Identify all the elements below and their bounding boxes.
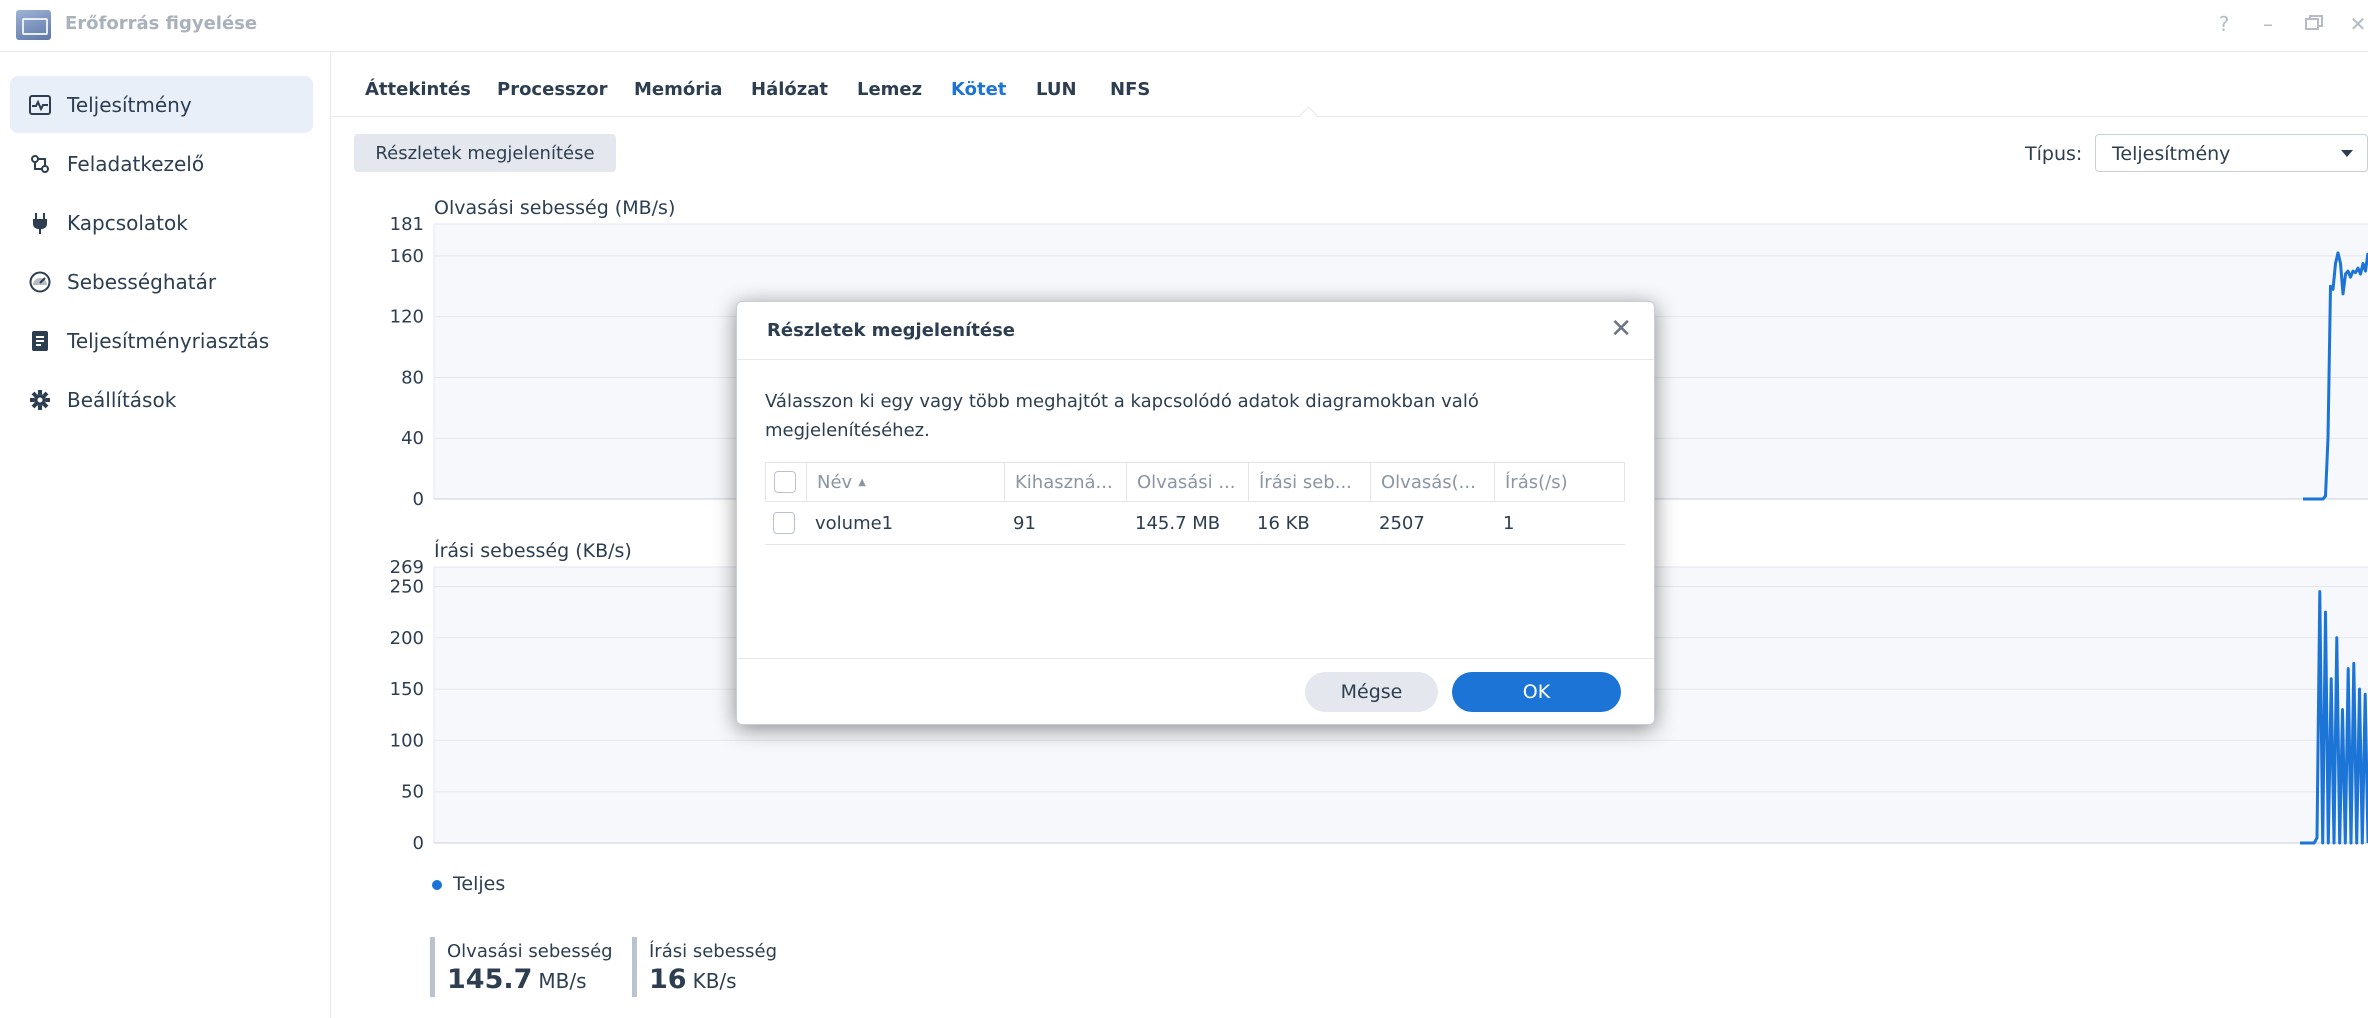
row-select-cell — [765, 502, 805, 544]
y-tick-label: 80 — [401, 367, 424, 388]
read-speed-stat: Olvasási sebesség 145.7 MB/s — [430, 937, 613, 997]
volume-table: Név ▲ Kihaszná... Olvasási ... Írási seb… — [765, 462, 1625, 545]
divider — [737, 658, 1654, 659]
cancel-button[interactable]: Mégse — [1305, 672, 1438, 712]
write-speed-stat: Írási sebesség 16 KB/s — [632, 937, 777, 997]
stat-value: 16 KB/s — [649, 964, 737, 995]
cell-reads: 2507 — [1379, 512, 1425, 534]
stat-label: Olvasási sebesség — [447, 941, 613, 962]
y-tick-label: 100 — [390, 730, 424, 751]
column-header-write-speed[interactable]: Írási seb... — [1248, 463, 1370, 501]
y-tick-label: 0 — [413, 489, 424, 510]
legend-label[interactable]: Teljes — [453, 873, 505, 895]
column-header-read-speed[interactable]: Olvasási ... — [1126, 463, 1248, 501]
cell-name: volume1 — [815, 512, 894, 534]
divider — [737, 359, 1654, 360]
stat-label: Írási sebesség — [649, 941, 778, 962]
table-header: Név ▲ Kihaszná... Olvasási ... Írási seb… — [765, 462, 1625, 502]
cell-writes: 1 — [1503, 512, 1515, 534]
details-dialog: Részletek megjelenítése ✕ Válasszon ki e… — [736, 301, 1655, 725]
column-header-utilization[interactable]: Kihaszná... — [1004, 463, 1126, 501]
stat-value: 145.7 MB/s — [447, 964, 587, 995]
select-all-cell — [766, 463, 806, 501]
dialog-description: Válasszon ki egy vagy több meghajtót a k… — [765, 391, 1479, 441]
y-tick-label: 160 — [390, 246, 424, 267]
cell-read-speed: 145.7 MB — [1135, 512, 1221, 534]
y-tick-label: 181 — [390, 214, 424, 235]
cell-utilization: 91 — [1013, 512, 1036, 534]
cell-write-speed: 16 KB — [1257, 512, 1310, 534]
y-tick-label: 40 — [401, 428, 424, 449]
y-tick-label: 120 — [390, 307, 424, 328]
column-header-name[interactable]: Név ▲ — [806, 463, 1004, 501]
ok-button[interactable]: OK — [1452, 672, 1621, 712]
legend-marker — [432, 880, 442, 890]
y-tick-label: 150 — [390, 679, 424, 700]
row-checkbox[interactable] — [773, 512, 795, 534]
y-tick-label: 269 — [390, 557, 424, 578]
column-header-reads[interactable]: Olvasás(... — [1370, 463, 1494, 501]
table-row[interactable]: volume1 91 145.7 MB 16 KB 2507 1 — [765, 502, 1625, 545]
column-header-writes[interactable]: Írás(/s) — [1494, 463, 1624, 501]
y-tick-label: 200 — [390, 628, 424, 649]
y-tick-label: 0 — [413, 833, 424, 854]
dialog-title: Részletek megjelenítése — [767, 320, 1016, 341]
y-tick-label: 50 — [401, 782, 424, 803]
sort-ascending-icon: ▲ — [858, 476, 866, 488]
select-all-checkbox[interactable] — [774, 471, 796, 493]
y-tick-label: 250 — [390, 576, 424, 597]
close-icon[interactable]: ✕ — [1610, 314, 1632, 344]
